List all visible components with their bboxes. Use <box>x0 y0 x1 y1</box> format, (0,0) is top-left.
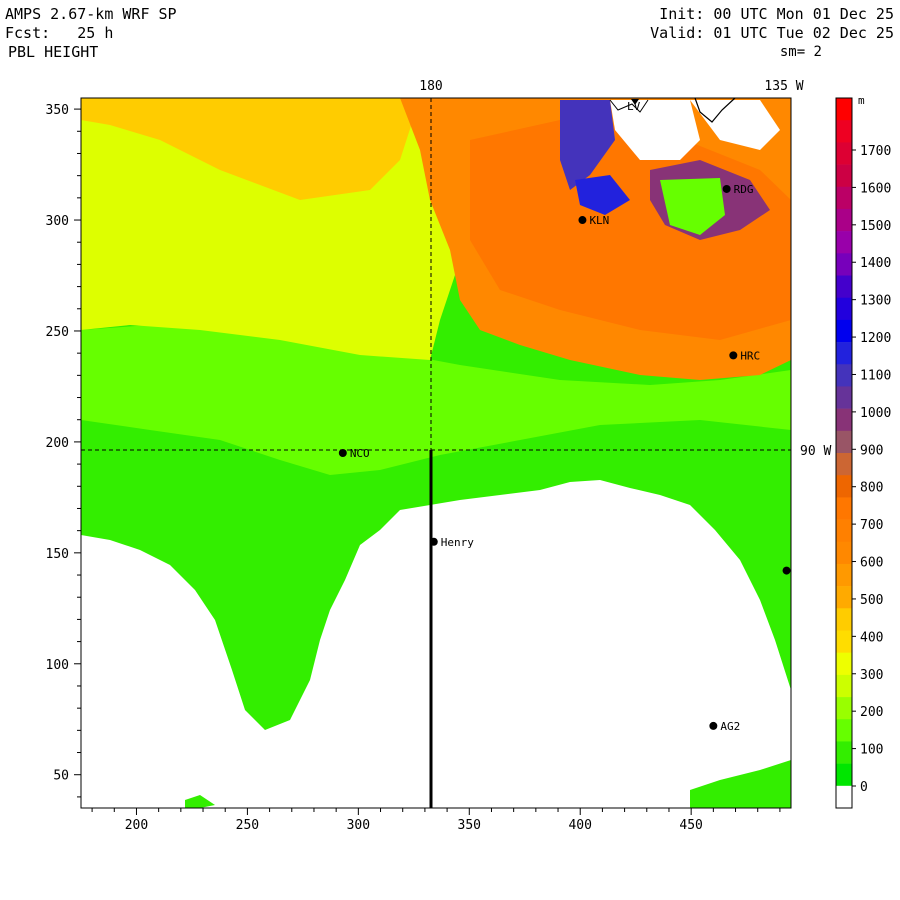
colorbar-segment <box>836 697 852 720</box>
y-tick-label: 50 <box>53 769 69 784</box>
y-tick-label: 200 <box>46 436 69 451</box>
pbl-height-map: 180 135 W 90 W LV 200 250 300 350 400 450 50 10… <box>46 79 892 833</box>
colorbar-segment <box>836 652 852 676</box>
station-label: Henry <box>441 536 474 549</box>
colorbar-segment <box>836 586 852 609</box>
colorbar-segment <box>836 475 852 498</box>
station-marker-icon <box>722 184 731 193</box>
station-label: KLN <box>589 214 609 227</box>
colorbar-segment <box>836 186 852 210</box>
top-marker-label: LV <box>627 100 641 113</box>
colorbar-segment <box>836 563 852 587</box>
colorbar-segment <box>836 541 852 565</box>
colorbar-segment <box>836 630 852 653</box>
colorbar-label: 1600 <box>860 181 891 196</box>
colorbar-segment <box>836 497 852 520</box>
colorbar-label: 1200 <box>860 331 891 346</box>
colorbar-segment <box>836 519 852 543</box>
colorbar-segment <box>836 453 852 476</box>
meridian-label-90w: 90 W <box>800 444 831 459</box>
colorbar-segment <box>836 253 852 276</box>
colorbar-segment <box>836 608 852 631</box>
x-tick-label: 400 <box>568 818 591 833</box>
y-tick-label: 250 <box>46 325 69 340</box>
colorbar-segment <box>836 342 852 365</box>
y-tick-label: 100 <box>46 658 69 673</box>
x-tick-label: 200 <box>125 818 148 833</box>
colorbar-label: 0 <box>860 780 868 795</box>
x-tick-label: 300 <box>347 818 370 833</box>
station-label: HRC <box>740 349 760 362</box>
meridian-label-135w: 135 W <box>764 79 803 94</box>
y-tick-label: 300 <box>46 214 69 229</box>
station-label: RDG <box>734 183 754 196</box>
colorbar-segment <box>836 120 852 143</box>
colorbar-label: 400 <box>860 630 883 645</box>
pbl-field <box>81 98 791 808</box>
y-tick-label: 350 <box>46 103 69 118</box>
colorbar-segment <box>836 386 852 409</box>
colorbar-label: 700 <box>860 518 883 533</box>
colorbar-label: 1500 <box>860 219 891 234</box>
station-marker-icon <box>782 566 791 575</box>
colorbar-segment <box>836 408 852 432</box>
colorbar-segment <box>836 319 852 343</box>
station-unnamed[interactable] <box>782 566 791 575</box>
x-tick-label: 450 <box>679 818 702 833</box>
colorbar-label: 300 <box>860 668 883 683</box>
colorbar-label: 600 <box>860 556 883 571</box>
station-label: AG2 <box>720 720 740 733</box>
colorbar-segment <box>836 364 852 387</box>
station-marker-icon <box>729 351 738 360</box>
colorbar-segment <box>836 275 852 298</box>
colorbar-label: 1700 <box>860 144 891 159</box>
station-marker-icon <box>338 449 347 457</box>
colorbar-segment <box>836 763 852 787</box>
colorbar-segment <box>836 430 852 454</box>
station-marker-icon <box>709 721 718 730</box>
colorbar-label: 1300 <box>860 294 891 309</box>
colorbar-label: 500 <box>860 593 883 608</box>
station-marker-icon <box>578 216 587 225</box>
colorbar-segment <box>836 719 852 742</box>
station-label: NCO <box>350 447 370 460</box>
colorbar-label: 800 <box>860 481 883 496</box>
colorbar-label: 1000 <box>860 406 891 421</box>
colorbar-segment <box>836 785 852 809</box>
colorbar-segment <box>836 231 852 254</box>
colorbar-label: 200 <box>860 705 883 720</box>
colorbar-segment <box>836 142 852 165</box>
colorbar-segment <box>836 98 852 121</box>
colorbar-label: 100 <box>860 743 883 758</box>
meridian-label-180: 180 <box>419 79 442 94</box>
station-marker-icon <box>429 537 438 546</box>
colorbar-label: 1400 <box>860 256 891 271</box>
colorbar-segment <box>836 297 852 321</box>
x-tick-label: 350 <box>458 818 481 833</box>
colorbar-segment <box>836 674 852 698</box>
colorbar-segment <box>836 741 852 764</box>
colorbar-unit: m <box>858 94 865 107</box>
colorbar: 1700160015001400130012001100100090080070… <box>835 97 891 809</box>
colorbar-segment <box>836 208 852 232</box>
x-tick-label: 250 <box>236 818 259 833</box>
colorbar-segment <box>836 164 852 188</box>
y-tick-label: 150 <box>46 547 69 562</box>
colorbar-label: 1100 <box>860 368 891 383</box>
colorbar-label: 900 <box>860 443 883 458</box>
